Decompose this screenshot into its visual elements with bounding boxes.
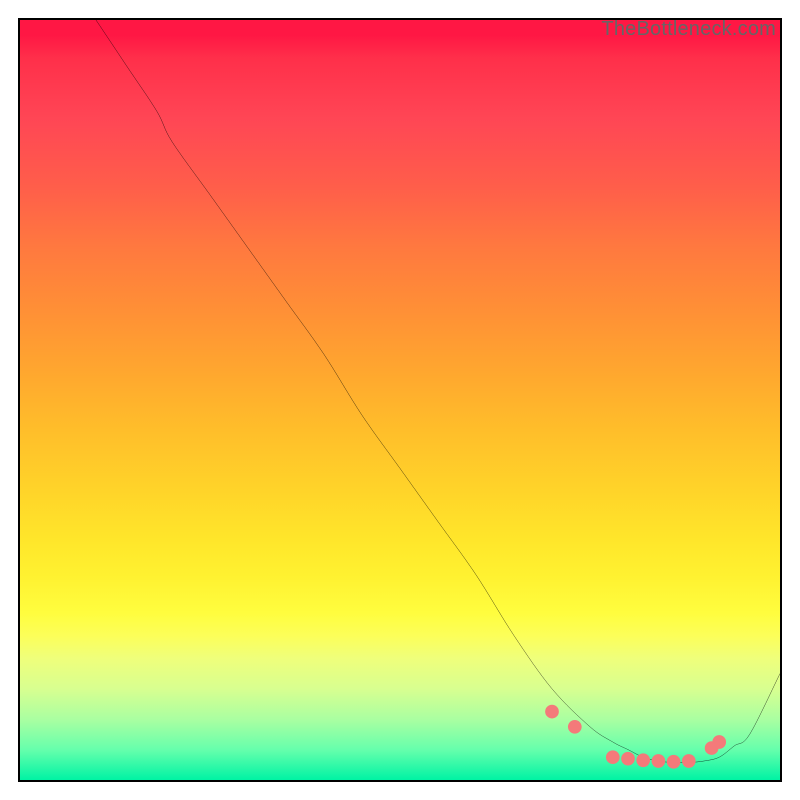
highlight-dots — [545, 705, 726, 769]
bottleneck-curve — [96, 20, 780, 763]
marker-dot — [606, 750, 620, 764]
marker-dot — [667, 755, 681, 769]
marker-dot — [652, 754, 666, 768]
marker-dot — [568, 720, 582, 734]
plot-area: TheBottleneck.com — [18, 18, 782, 782]
marker-dot — [705, 741, 719, 755]
marker-dot — [682, 754, 696, 768]
marker-dot — [545, 705, 559, 719]
marker-dot — [712, 735, 726, 749]
watermark-text: TheBottleneck.com — [601, 18, 776, 41]
marker-dot — [636, 753, 650, 767]
curve-layer — [20, 20, 780, 780]
marker-dot — [621, 752, 635, 766]
chart-frame: TheBottleneck.com — [0, 0, 800, 800]
